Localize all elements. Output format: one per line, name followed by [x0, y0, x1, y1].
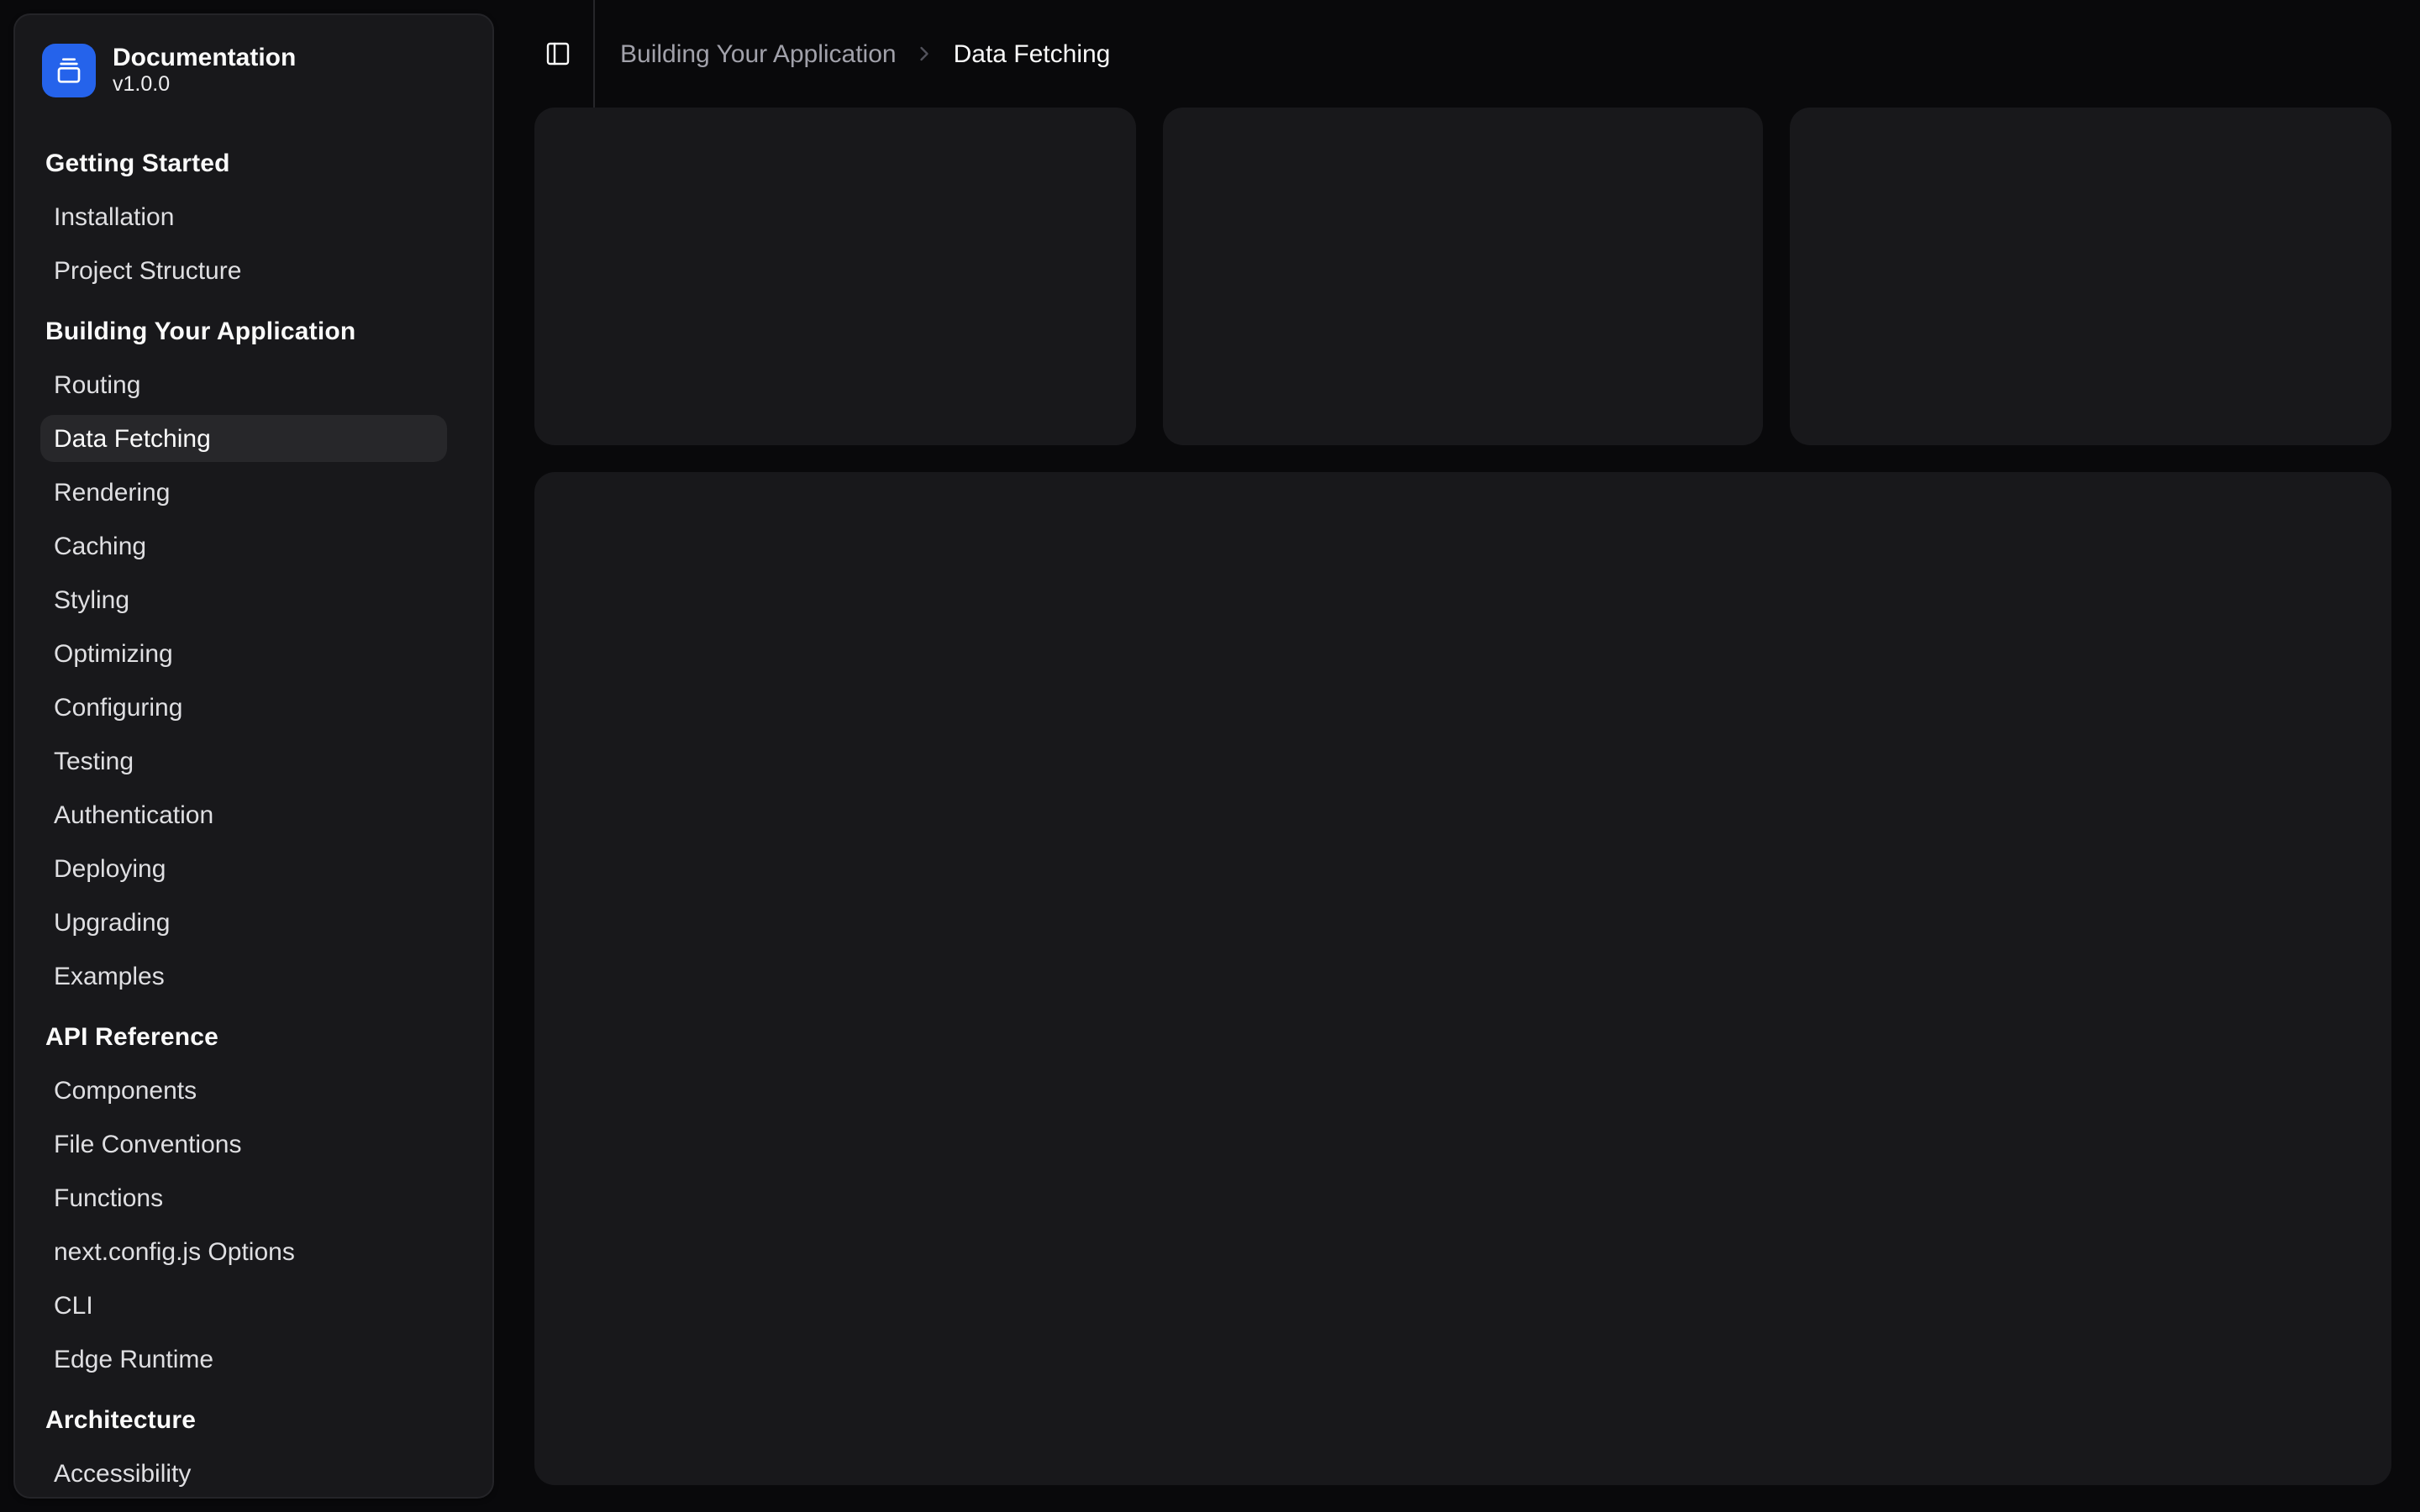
- sidebar-item-examples[interactable]: Examples: [40, 953, 447, 1000]
- app-version: v1.0.0: [113, 72, 171, 96]
- nav-group: API Reference Components File Conventions F…: [15, 1013, 492, 1383]
- sidebar-item-components[interactable]: Components: [40, 1067, 447, 1114]
- sidebar-item-rendering[interactable]: Rendering: [40, 469, 447, 516]
- placeholder-card-row: [534, 108, 2391, 445]
- breadcrumb-current: Data Fetching: [953, 39, 1111, 68]
- nav-group-label: Architecture: [45, 1405, 197, 1434]
- sidebar: Documentation v1.0.0 Getting Started Inst…: [13, 13, 494, 1499]
- header-separator: [593, 0, 595, 108]
- chevron-right-icon: [913, 42, 937, 66]
- breadcrumb-parent-link[interactable]: Building Your Application: [620, 39, 897, 68]
- nav-group-label: Getting Started: [45, 149, 230, 177]
- nav-group-label: Building Your Application: [45, 317, 356, 345]
- sidebar-nav: Getting Started Installation Project Struc…: [15, 139, 492, 1497]
- sidebar-item-accessibility[interactable]: Accessibility: [40, 1450, 447, 1497]
- panel-left-icon: [544, 40, 571, 67]
- sidebar-item-testing[interactable]: Testing: [40, 738, 447, 785]
- sidebar-toggle-button[interactable]: [534, 30, 581, 77]
- sidebar-item-configuring[interactable]: Configuring: [40, 684, 447, 731]
- sidebar-item-project-structure[interactable]: Project Structure: [40, 247, 447, 294]
- main-content: [534, 108, 2391, 1485]
- sidebar-item-next-config-js-options[interactable]: next.config.js Options: [40, 1228, 447, 1275]
- nav-group: Getting Started Installation Project Struc…: [15, 139, 492, 294]
- nav-group: Architecture Accessibility: [15, 1396, 492, 1497]
- main-header: Building Your Application Data Fetching: [508, 0, 2420, 108]
- sidebar-item-data-fetching[interactable]: Data Fetching: [40, 415, 447, 462]
- sidebar-item-deploying[interactable]: Deploying: [40, 845, 447, 892]
- gallery-vertical-end-icon: [55, 57, 82, 84]
- app-logo-button[interactable]: [42, 44, 96, 97]
- placeholder-card: [1162, 108, 1764, 445]
- sidebar-item-cli[interactable]: CLI: [40, 1282, 447, 1329]
- app-root: Documentation v1.0.0 Getting Started Inst…: [0, 0, 2420, 1512]
- nav-group: Building Your Application Routing Data Fet…: [15, 307, 492, 1000]
- content-placeholder: [534, 472, 2391, 1485]
- sidebar-item-routing[interactable]: Routing: [40, 361, 447, 408]
- sidebar-item-file-conventions[interactable]: File Conventions: [40, 1121, 447, 1168]
- app-title: Documentation: [113, 44, 297, 72]
- sidebar-item-optimizing[interactable]: Optimizing: [40, 630, 447, 677]
- sidebar-item-installation[interactable]: Installation: [40, 193, 447, 240]
- sidebar-item-styling[interactable]: Styling: [40, 576, 447, 623]
- placeholder-card: [1790, 108, 2391, 445]
- placeholder-card: [534, 108, 1136, 445]
- sidebar-item-upgrading[interactable]: Upgrading: [40, 899, 447, 946]
- sidebar-header: Documentation v1.0.0: [42, 42, 466, 99]
- nav-group-label: API Reference: [45, 1022, 219, 1051]
- sidebar-item-authentication[interactable]: Authentication: [40, 791, 447, 838]
- sidebar-item-caching[interactable]: Caching: [40, 522, 447, 570]
- sidebar-title-block: Documentation v1.0.0: [113, 44, 296, 97]
- sidebar-item-edge-runtime[interactable]: Edge Runtime: [40, 1336, 447, 1383]
- sidebar-item-functions[interactable]: Functions: [40, 1174, 447, 1221]
- breadcrumb: Building Your Application Data Fetching: [620, 39, 1110, 68]
